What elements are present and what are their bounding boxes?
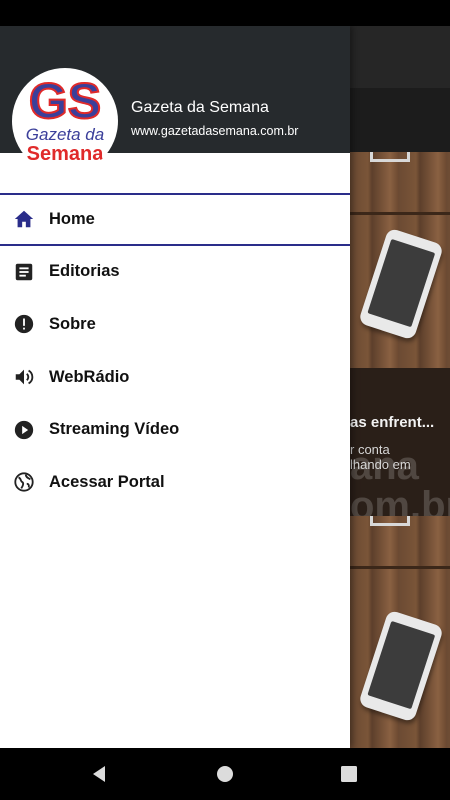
menu-item-webradio[interactable]: WebRádio: [0, 351, 350, 404]
article-image[interactable]: [350, 152, 450, 368]
menu-label: Editorias: [49, 262, 120, 281]
info-icon: [14, 315, 34, 334]
screen: ana om.br as enfrent... r conta lhando e…: [0, 0, 450, 800]
back-icon[interactable]: [88, 762, 112, 786]
menu-label: Home: [49, 209, 95, 228]
navigation-drawer: Gazeta da Semana www.gazetadasemana.com.…: [0, 26, 350, 748]
logo-initials: GS: [29, 73, 101, 129]
status-bar: [0, 0, 450, 26]
play-icon: [14, 420, 34, 439]
system-nav-bar: [0, 748, 450, 800]
site-url: www.gazetadasemana.com.br: [131, 124, 299, 138]
recents-icon[interactable]: [337, 762, 361, 786]
menu-item-editorias[interactable]: Editorias: [0, 246, 350, 299]
volume-icon: [15, 369, 34, 385]
menu-label: Acessar Portal: [49, 472, 165, 491]
menu-item-home[interactable]: Home: [0, 193, 350, 246]
phone-image: [357, 227, 445, 341]
menu-label: WebRádio: [49, 367, 130, 386]
globe-icon: [14, 472, 34, 492]
logo-line1: Gazeta da: [26, 125, 104, 144]
gazeta-logo: GS Gazeta da Semana: [12, 68, 118, 174]
menu-item-streaming-video[interactable]: Streaming Vídeo: [0, 403, 350, 456]
home-circle-icon[interactable]: [213, 762, 237, 786]
phone-image: [357, 609, 445, 723]
menu-item-acessar-portal[interactable]: Acessar Portal: [0, 456, 350, 509]
drawer-menu: Home Editorias Sobre WebRádio Streaming …: [0, 193, 350, 509]
menu-label: Streaming Vídeo: [49, 420, 180, 439]
article-image-2[interactable]: [350, 516, 450, 748]
clip-shape: [370, 152, 410, 162]
logo-line2: Semana: [27, 143, 105, 165]
clip-shape: [370, 516, 410, 526]
menu-item-sobre[interactable]: Sobre: [0, 298, 350, 351]
article-icon: [15, 263, 33, 281]
site-name: Gazeta da Semana: [131, 99, 269, 116]
article-headline[interactable]: as enfrent...: [350, 414, 450, 431]
article-excerpt: r conta lhando em: [350, 442, 411, 472]
menu-label: Sobre: [49, 314, 96, 333]
home-icon: [14, 211, 34, 228]
